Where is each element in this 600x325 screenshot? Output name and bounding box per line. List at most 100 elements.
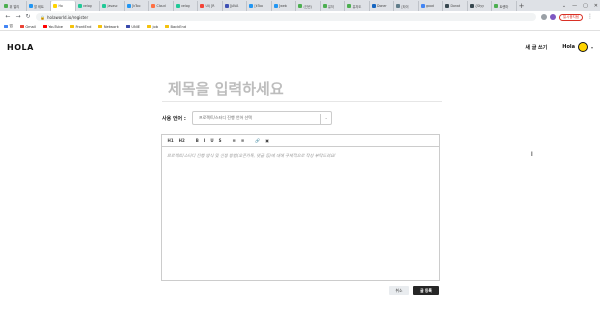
tab-label: velog (83, 4, 92, 8)
favicon-icon (396, 4, 400, 8)
bookmark-label: BackEnd (170, 24, 187, 29)
select-divider (320, 114, 321, 124)
browser-tab[interactable]: [kToo (125, 1, 149, 11)
browser-tab[interactable]: 유자도 (345, 1, 370, 11)
favicon-icon (126, 4, 131, 8)
browser-tab[interactable]: [kToo (247, 1, 272, 11)
chevron-down-icon: ▾ (590, 44, 593, 50)
favicon-icon (371, 4, 376, 8)
browser-tab[interactable]: [JAVA (223, 1, 247, 11)
tab-label: [kToo (132, 4, 141, 8)
bookmark-item[interactable]: FrontEnd (69, 25, 91, 29)
address-bar[interactable]: 🔒 holaworld.io/register (36, 13, 536, 21)
bookmark-item[interactable]: 앱 (4, 24, 13, 29)
link-button[interactable]: 🔗 (254, 138, 262, 143)
language-placeholder: 프로젝트/스터디 진행 언어 선택 (198, 115, 252, 120)
cancel-button[interactable]: 취소 (389, 286, 409, 295)
bookmark-icon (98, 24, 103, 29)
bookmark-item[interactable]: YouTube (42, 24, 63, 29)
extension-icon[interactable] (540, 14, 547, 20)
favicon-icon (4, 4, 8, 8)
bold-button[interactable]: B (194, 138, 200, 143)
favicon-icon (28, 4, 33, 8)
bookmark-label: Network (103, 24, 119, 29)
browser-tab[interactable]: Doner (370, 1, 394, 11)
new-post-link[interactable]: 새 글 쓰기 (525, 44, 547, 51)
text-cursor-icon: I (531, 151, 533, 158)
content-editor[interactable]: H1 H2 B I U S ≡ ≡ 🔗 ▣ 프로젝트/스터디 진행 방식 및 신청 방법(오픈카톡… (161, 134, 440, 281)
tab-search-icon[interactable]: ⌄ (562, 3, 566, 9)
browser-tab[interactable]: 위 알리 (2, 1, 27, 11)
profile-icon[interactable] (549, 14, 556, 20)
heading1-button[interactable]: H1 (166, 138, 175, 143)
tab-label: 트렌마 (499, 4, 509, 9)
favicon-icon (347, 4, 351, 8)
bookmark-label: Gmail (25, 24, 36, 29)
browser-tab[interactable]: velog (76, 1, 100, 11)
close-icon[interactable]: ✕ (594, 3, 598, 9)
browser-tab[interactable]: Ho (51, 1, 76, 11)
bookmark-item[interactable]: Network (98, 25, 119, 29)
underline-button[interactable]: U (209, 138, 215, 143)
user-name: Hola (562, 44, 575, 50)
tab-label: good (426, 4, 434, 8)
bookmark-item[interactable]: BackEnd (165, 25, 186, 29)
favicon-icon (445, 4, 449, 8)
favicon-icon (469, 4, 474, 8)
favicon-icon (224, 4, 229, 8)
browser-tab[interactable]: UI) [R (198, 1, 223, 11)
bookmark-icon (42, 24, 47, 29)
browser-tab[interactable]: good (419, 1, 443, 11)
bookmark-label: YouTube (48, 24, 63, 29)
browser-tab[interactable]: 트렌마 (492, 1, 517, 11)
bookmark-item[interactable]: job (147, 25, 158, 29)
header-right: 새 글 쓰기 Hola ▾ (525, 42, 593, 52)
submit-button[interactable]: 글 등록 (413, 286, 439, 295)
user-menu[interactable]: Hola ▾ (562, 42, 593, 52)
strike-button[interactable]: S (217, 138, 223, 143)
language-row: 사용 언어 : 프로젝트/스터디 진행 언어 선택 ⌄ (162, 111, 332, 125)
hola-logo[interactable]: HOLA (7, 43, 34, 52)
heading2-button[interactable]: H2 (177, 138, 186, 143)
tab-label: velog (181, 4, 190, 8)
bookmark-item[interactable]: Gmail (19, 24, 36, 29)
address-url: holaworld.io/register (46, 14, 89, 20)
back-icon[interactable]: ← (4, 13, 12, 21)
browser-tab[interactable]: Donat (443, 1, 468, 11)
paused-button[interactable]: 일시중지됨 (558, 13, 583, 21)
browser-tab[interactable]: 할 테트 (27, 1, 51, 11)
bookmark-icon (147, 24, 152, 29)
tab-label: [web (279, 4, 287, 8)
tab-label: Ho (58, 4, 63, 8)
avatar (577, 42, 588, 52)
ordered-list-button[interactable]: ≡ (239, 138, 245, 143)
bookmarks-bar: 앱 Gmail YouTube FrontEnd Network UNIE job BackE… (0, 23, 600, 31)
minimize-icon[interactable]: — (572, 3, 577, 9)
tab-label: UI) [R (205, 4, 215, 8)
browser-tab[interactable]: velog (174, 1, 198, 11)
browser-tab[interactable]: Cloud (149, 1, 174, 11)
editor-toolbar: H1 H2 B I U S ≡ ≡ 🔗 ▣ (162, 135, 439, 147)
browser-tab[interactable]: [web (272, 1, 296, 11)
forward-icon[interactable]: → (14, 13, 22, 21)
reload-icon[interactable]: ↻ (24, 13, 32, 21)
tab-label: Doner (377, 4, 387, 8)
browser-tab[interactable]: (인년) (296, 1, 321, 11)
tab-label: 유저 (328, 4, 334, 9)
image-button[interactable]: ▣ (264, 138, 271, 143)
editor-body[interactable]: 프로젝트/스터디 진행 방식 및 신청 방법(오픈카톡, 댓글 등)에 대해 구… (162, 147, 439, 165)
title-input[interactable]: 제목을 입력하세요 (162, 76, 442, 102)
maximize-icon[interactable]: ▢ (583, 3, 588, 9)
browser-tab[interactable]: Javasc (100, 1, 125, 11)
favicon-icon (249, 4, 253, 8)
bullet-list-button[interactable]: ≡ (231, 138, 237, 143)
new-tab-button[interactable]: + (517, 1, 527, 11)
menu-icon[interactable]: ⋮ (586, 13, 594, 21)
browser-tab[interactable]: 유저 (321, 1, 345, 11)
bookmark-item[interactable]: UNIE (125, 25, 140, 29)
language-select[interactable]: 프로젝트/스터디 진행 언어 선택 ⌄ (191, 111, 332, 125)
browser-tab[interactable]: {Styy (468, 1, 492, 11)
tab-label: {Styy (475, 4, 485, 8)
italic-button[interactable]: I (202, 138, 207, 143)
browser-tab[interactable]: [타이 (394, 1, 419, 11)
